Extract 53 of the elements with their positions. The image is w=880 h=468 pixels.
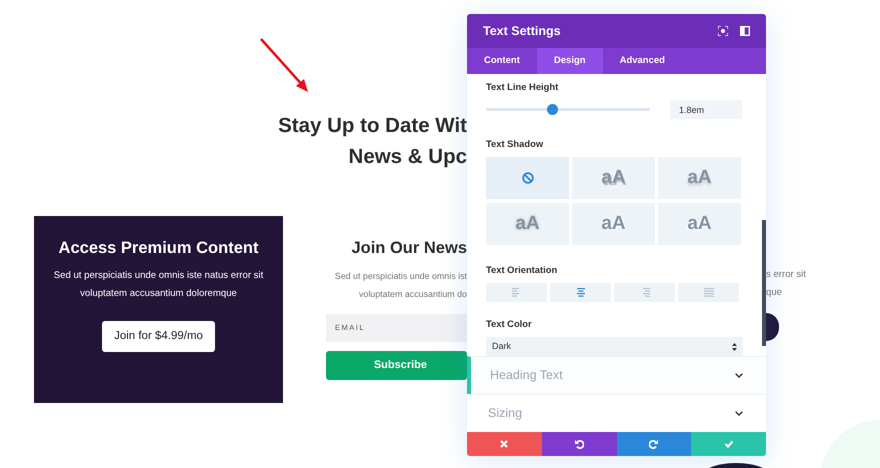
- partial-button-shape: [766, 313, 779, 341]
- settings-tab[interactable]: Content: [467, 48, 537, 74]
- undo-icon: [574, 439, 584, 450]
- align-left-icon: [512, 288, 522, 298]
- align-center-icon: [576, 288, 586, 298]
- body-text: s error sit: [766, 268, 806, 282]
- slider-thumb[interactable]: [546, 104, 558, 115]
- align-justify-icon: [704, 288, 714, 298]
- orientation-option[interactable]: [550, 283, 611, 302]
- section-header[interactable]: Heading Text: [467, 356, 766, 394]
- orientation-option[interactable]: [614, 283, 675, 302]
- redo-icon: [648, 439, 659, 450]
- settings-tab[interactable]: Advanced: [602, 48, 682, 74]
- sidebar-icon[interactable]: [740, 26, 750, 36]
- shadow-option[interactable]: aA: [658, 157, 741, 200]
- shadow-option[interactable]: aA: [486, 203, 569, 246]
- check-icon: [724, 439, 734, 450]
- body-text: Sed ut perspiciatis unde omnis ist: [334, 270, 467, 283]
- no-shadow-icon: [522, 172, 534, 184]
- body-text: voluptatem accusantium doloremque: [79, 286, 238, 301]
- arrow-icon: [260, 38, 308, 92]
- heading-text: News & Upc: [348, 144, 467, 170]
- card-title: Join Our News: [350, 238, 467, 259]
- undo-button[interactable]: [542, 432, 616, 456]
- panel-title: Text Settings: [483, 22, 562, 40]
- shadow-option[interactable]: aA: [658, 203, 741, 246]
- select-arrows-icon: [732, 342, 737, 351]
- field-label: Text Line Height: [486, 80, 560, 94]
- value-field[interactable]: 1.8em: [670, 100, 742, 119]
- body-text: que: [766, 286, 784, 300]
- focus-icon[interactable]: [718, 26, 728, 36]
- field-label: Text Orientation: [486, 263, 558, 278]
- heading-text: Stay Up to Date Wit: [277, 113, 467, 139]
- settings-tab[interactable]: Design: [536, 48, 603, 74]
- color-select[interactable]: Dark: [486, 337, 743, 356]
- shadow-option[interactable]: [486, 157, 569, 200]
- cancel-button[interactable]: [467, 432, 542, 456]
- orientation-option[interactable]: [486, 283, 547, 302]
- field-label: Text Color: [486, 317, 533, 332]
- chevron-down-icon: [735, 411, 743, 416]
- join-button[interactable]: Join for $4.99/mo: [102, 320, 215, 352]
- shadow-option[interactable]: aA: [572, 157, 655, 200]
- body-text: voluptatem accusantium do: [358, 288, 467, 301]
- scrollbar-thumb[interactable]: [762, 220, 766, 346]
- field-label: Text Shadow: [486, 136, 544, 151]
- redo-button[interactable]: [616, 432, 692, 456]
- body-text: Sed ut perspiciatis unde omnis iste natus error sit: [52, 268, 264, 283]
- chevron-down-icon: [735, 373, 743, 378]
- shadow-option[interactable]: aA: [572, 203, 655, 246]
- subscribe-button[interactable]: Subscribe: [326, 350, 467, 380]
- card-title: Access Premium Content: [58, 238, 260, 259]
- close-icon: [499, 439, 510, 450]
- orientation-option[interactable]: [678, 283, 739, 302]
